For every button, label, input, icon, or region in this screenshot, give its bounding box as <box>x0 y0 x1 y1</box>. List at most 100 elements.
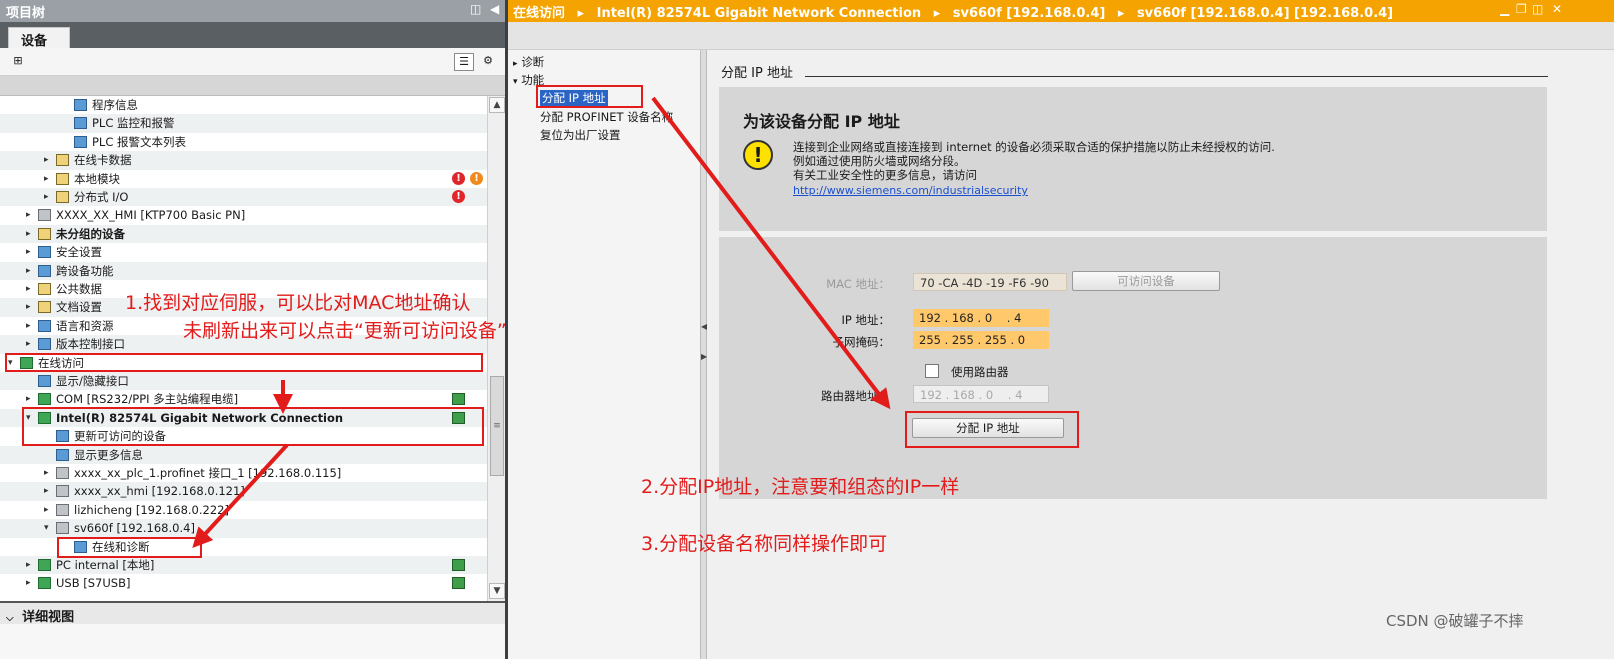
chevron-down-icon[interactable]: ⌵ <box>6 613 14 624</box>
expand-icon[interactable]: ▸ <box>26 390 36 408</box>
use-router-checkbox[interactable] <box>925 364 939 378</box>
expand-icon[interactable]: ▸ <box>26 280 36 298</box>
nav-reset-factory[interactable]: 复位为出厂设置 <box>540 127 621 143</box>
tree-item[interactable]: ▸ 在线卡数据 <box>0 151 487 170</box>
restore-icon[interactable]: ❐ <box>1516 2 1527 16</box>
expand-icon[interactable]: ▸ <box>26 243 36 261</box>
tree-item[interactable]: ▸ XXXX_XX_HMI [KTP700 Basic PN] <box>0 206 487 224</box>
expand-icon[interactable]: ▸ <box>26 335 36 353</box>
list-view-icon[interactable]: ☰ <box>454 53 474 71</box>
tab-devices[interactable]: 设备 <box>8 27 70 49</box>
program-info-icon <box>74 99 87 111</box>
tree-item-label: COM [RS232/PPI 多主站编程电缆] <box>56 392 239 407</box>
language-icon <box>38 319 51 332</box>
annotation-step2: 2.分配IP地址，注意要和组态的IP一样 <box>641 476 960 498</box>
accessible-devices-button[interactable]: 可访问设备 <box>1072 271 1220 291</box>
expand-icon[interactable]: ▸ <box>44 501 54 519</box>
security-link[interactable]: http://www.siemens.com/industrialsecurit… <box>793 184 1028 197</box>
expand-icon[interactable]: ▸ <box>44 464 54 482</box>
minimize-icon[interactable]: ▁ <box>1500 2 1509 16</box>
more-info-icon <box>56 448 69 461</box>
expand-icon[interactable]: ▸ <box>44 170 54 188</box>
tree-options-icon[interactable]: ⚙ <box>478 53 498 71</box>
router-address-input[interactable]: 192 . 168 . 0 . 4 <box>913 385 1049 403</box>
nav-assign-profinet-name[interactable]: 分配 PROFINET 设备名称 <box>540 109 698 125</box>
breadcrumb-item[interactable]: 在线访问 <box>513 6 565 21</box>
alarm-text-list-icon <box>74 135 87 148</box>
tree-scrollbar[interactable]: ▲ ≡ ▼ <box>487 96 505 601</box>
hmi-icon <box>38 209 51 222</box>
detail-view-bar[interactable]: ⌵ 详细视图 <box>0 601 505 625</box>
tree-item[interactable]: ▸ 跨设备功能 <box>0 261 487 280</box>
ip-address-input[interactable]: 192 . 168 . 0 . 4 <box>913 309 1049 327</box>
tree-item[interactable]: ▸ 未分组的设备 <box>0 224 487 244</box>
expand-icon[interactable]: ▸ <box>44 482 54 500</box>
error-icon: ! <box>452 171 465 185</box>
scroll-down-icon[interactable]: ▼ <box>489 583 505 599</box>
device-icon <box>56 522 69 535</box>
expand-icon[interactable]: ▸ <box>26 225 36 243</box>
float-icon[interactable]: ◫ <box>1532 2 1543 16</box>
close-icon[interactable]: ✕ <box>1552 2 1562 16</box>
nav-diagnose[interactable]: ▸ 诊断 <box>513 54 544 70</box>
expand-icon[interactable]: ▸ <box>26 206 36 224</box>
watermark: CSDN @破罐子不摔 <box>1386 612 1524 630</box>
tree-item[interactable]: ▸ xxxx_xx_plc_1.profinet 接口_1 [192.168.0.… <box>0 464 487 482</box>
highlight-network-adapter <box>22 407 484 446</box>
tree-item-label: xxxx_xx_hmi [192.168.0.121] <box>74 484 245 499</box>
tree-toolbar: ⊞ ☰ ⚙ <box>0 48 505 76</box>
plc-icon <box>56 467 69 479</box>
scroll-thumb[interactable]: ≡ <box>490 376 504 476</box>
section-divider <box>805 76 1548 77</box>
expand-icon[interactable]: ▸ <box>26 262 36 280</box>
breadcrumb-separator-icon: ▸ <box>577 6 585 21</box>
tree-item[interactable]: ▸ USB [S7USB] <box>0 574 487 592</box>
tree-item[interactable]: 显示更多信息 <box>0 445 487 464</box>
tree-item[interactable]: 程序信息 <box>0 96 487 114</box>
tree-item[interactable]: ▸ lizhicheng [192.168.0.222] <box>0 501 487 519</box>
tree-item[interactable]: ▸ PC internal [本地] <box>0 556 487 575</box>
expand-icon[interactable]: ▸ <box>26 574 36 592</box>
tree-item[interactable]: ▸ 分布式 I/O! <box>0 188 487 207</box>
nav-splitter[interactable]: ◀ ▶ <box>700 50 707 659</box>
tree-item-label: lizhicheng [192.168.0.222] <box>74 502 229 517</box>
expand-icon[interactable]: ▸ <box>44 188 54 206</box>
expand-icon[interactable]: ▸ <box>44 151 54 169</box>
annotation-step3: 3.分配设备名称同样操作即可 <box>641 533 888 555</box>
annotation-step1-line1: 1.找到对应伺服，可以比对MAC地址确认 <box>125 292 471 314</box>
expand-icon[interactable]: ▸ <box>26 556 36 574</box>
breadcrumb-item[interactable]: Intel(R) 82574L Gigabit Network Connecti… <box>597 6 922 21</box>
collapse-icon[interactable]: ▾ <box>44 519 54 537</box>
tree-item[interactable]: ▾ sv660f [192.168.0.4] <box>0 519 487 538</box>
subnet-mask-input[interactable]: 255 . 255 . 255 . 0 <box>913 331 1049 349</box>
version-control-icon <box>38 338 51 351</box>
expand-icon[interactable]: ▸ <box>26 317 36 335</box>
plc-alarm-icon <box>74 117 87 130</box>
tree-item[interactable]: 显示/隐藏接口 <box>0 372 487 391</box>
detail-view-area <box>0 624 505 659</box>
breadcrumb-item[interactable]: sv660f [192.168.0.4] <box>953 6 1106 21</box>
breadcrumb-item[interactable]: sv660f [192.168.0.4] [192.168.0.4] <box>1137 6 1393 21</box>
collapse-icon[interactable]: ▾ <box>513 77 518 87</box>
scroll-up-icon[interactable]: ▲ <box>489 97 505 113</box>
collapse-pane-icon[interactable]: ◀ <box>490 2 499 16</box>
subnet-mask-label: 子网掩码： <box>832 335 891 349</box>
folder-icon <box>56 172 69 185</box>
tree-item[interactable]: PLC 报警文本列表 <box>0 133 487 151</box>
split-view-icon[interactable]: ◫ <box>470 2 481 16</box>
tree-item-label: 公共数据 <box>56 282 102 296</box>
online-status-icon <box>452 393 465 406</box>
add-device-icon[interactable]: ⊞ <box>8 53 28 71</box>
online-status-icon <box>452 559 465 571</box>
expand-icon[interactable]: ▸ <box>26 298 36 316</box>
warning-heading: 为该设备分配 IP 地址 <box>743 112 900 131</box>
tree-item[interactable]: PLC 监控和报警 <box>0 114 487 133</box>
ip-address-label: IP 地址： <box>841 313 890 327</box>
tree-item[interactable]: ▸ xxxx_xx_hmi [192.168.0.121] <box>0 482 487 501</box>
expand-icon[interactable]: ▸ <box>513 59 518 69</box>
tree-item[interactable]: ▸ 安全设置 <box>0 243 487 261</box>
tree-item[interactable]: ▸ 本地模块!! <box>0 170 487 188</box>
tab-bar: 设备 <box>0 22 505 49</box>
tree-item-label: USB [S7USB] <box>56 576 131 591</box>
warning-icon: ! <box>743 140 773 170</box>
